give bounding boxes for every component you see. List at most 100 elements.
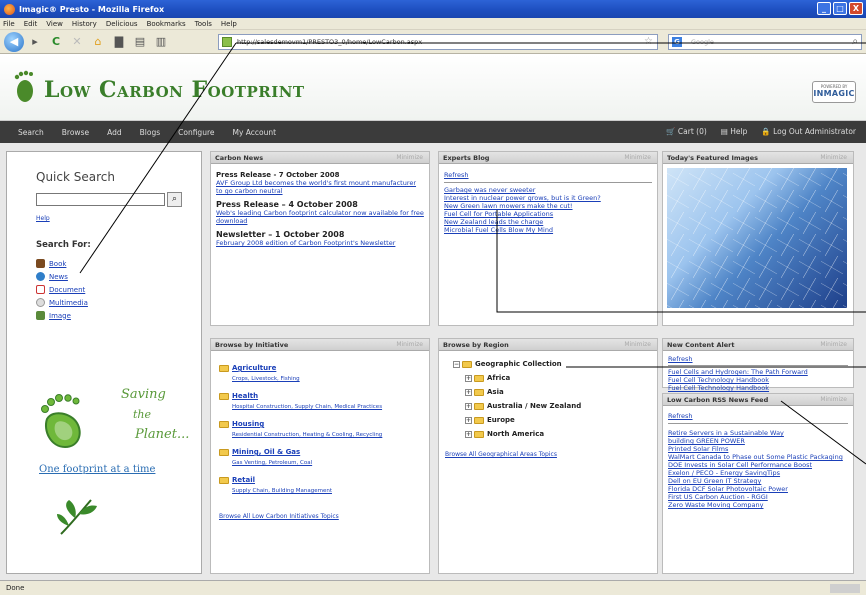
address-bar[interactable]: http://salesdemovm1/PRESTO3_0/home/LowCa… bbox=[218, 34, 658, 50]
browse-all-regions-link[interactable]: Browse All Geographical Areas Topics bbox=[445, 451, 652, 459]
search-for-multimedia-label[interactable]: Multimedia bbox=[49, 299, 88, 307]
rss-item[interactable]: Exelon / PECO - Energy SavingTips bbox=[668, 469, 848, 477]
initiative-housing-subs[interactable]: Residential Construction, Heating & Cool… bbox=[232, 431, 424, 439]
expand-icon[interactable]: + bbox=[465, 402, 472, 410]
nav-cart[interactable]: 🛒 Cart (0) bbox=[666, 127, 707, 136]
forward-button[interactable]: ▸ bbox=[27, 34, 43, 50]
rss-item[interactable]: DOE Invests in Solar Cell Performance Bo… bbox=[668, 461, 848, 469]
browse-all-initiatives-link[interactable]: Browse All Low Carbon Initiatives Topics bbox=[219, 513, 424, 521]
expand-icon[interactable]: + bbox=[465, 416, 472, 424]
search-for-news[interactable]: News bbox=[36, 270, 88, 283]
rss-item[interactable]: Printed Solar Films bbox=[668, 445, 848, 453]
quick-search-help-link[interactable]: Help bbox=[36, 215, 50, 222]
experts-blog-minimize[interactable]: Minimize bbox=[624, 152, 651, 164]
region-north-america-label[interactable]: North America bbox=[487, 430, 544, 438]
menu-file[interactable]: File bbox=[3, 20, 15, 28]
initiative-mining-subs[interactable]: Gas Venting, Petroleum, Coal bbox=[232, 459, 424, 467]
region-root[interactable]: − Geographic Collection bbox=[453, 357, 652, 371]
collapse-icon[interactable]: − bbox=[453, 360, 460, 368]
region-asia[interactable]: + Asia bbox=[465, 385, 652, 399]
expand-icon[interactable]: + bbox=[465, 430, 472, 438]
initiative-health-link[interactable]: Health bbox=[232, 392, 258, 400]
search-for-book-label[interactable]: Book bbox=[49, 260, 66, 268]
search-for-multimedia[interactable]: Multimedia bbox=[36, 296, 88, 309]
region-asia-label[interactable]: Asia bbox=[487, 388, 504, 396]
search-for-document-label[interactable]: Document bbox=[49, 286, 85, 294]
new-content-refresh[interactable]: Refresh bbox=[668, 355, 848, 366]
carbon-news-minimize[interactable]: Minimize bbox=[396, 152, 423, 164]
nav-blogs[interactable]: Blogs bbox=[140, 128, 161, 137]
footprint-tagline-link[interactable]: One footprint at a time bbox=[39, 464, 155, 475]
region-north-america[interactable]: + North America bbox=[465, 427, 652, 441]
news-item-2-link[interactable]: Web's leading Carbon footprint calculato… bbox=[216, 209, 424, 225]
new-content-minimize[interactable]: Minimize bbox=[820, 339, 847, 351]
nav-browse[interactable]: Browse bbox=[62, 128, 89, 137]
menu-help[interactable]: Help bbox=[221, 20, 237, 28]
menu-edit[interactable]: Edit bbox=[24, 20, 38, 28]
nav-my-account[interactable]: My Account bbox=[232, 128, 276, 137]
rss-item[interactable]: WalMart Canada to Phase out Some Plastic… bbox=[668, 453, 848, 461]
search-icon[interactable]: ⌕ bbox=[852, 35, 858, 49]
search-for-image[interactable]: Image bbox=[36, 309, 88, 322]
nav-configure[interactable]: Configure bbox=[178, 128, 214, 137]
expand-icon[interactable]: + bbox=[465, 374, 472, 382]
region-europe[interactable]: + Europe bbox=[465, 413, 652, 427]
expand-icon[interactable]: + bbox=[465, 388, 472, 396]
menu-delicious[interactable]: Delicious bbox=[106, 20, 138, 28]
news-item-3-link[interactable]: February 2008 edition of Carbon Footprin… bbox=[216, 239, 424, 247]
rss-item[interactable]: First US Carbon Auction - RGGI bbox=[668, 493, 848, 501]
region-australia[interactable]: + Australia / New Zealand bbox=[465, 399, 652, 413]
initiative-mining-link[interactable]: Mining, Oil & Gas bbox=[232, 448, 300, 456]
browse-region-minimize[interactable]: Minimize bbox=[624, 339, 651, 351]
rss-item[interactable]: Florida DCF Solar Photovoltaic Power bbox=[668, 485, 848, 493]
new-content-item[interactable]: Fuel Cells and Hydrogen: The Path Forwar… bbox=[668, 368, 848, 376]
news-item-1-link[interactable]: AVF Group Ltd becomes the world's first … bbox=[216, 179, 424, 195]
nav-logout[interactable]: 🔒 Log Out Administrator bbox=[761, 127, 856, 136]
blog-item[interactable]: Garbage was never sweeter bbox=[444, 186, 652, 194]
new-content-item[interactable]: Fuel Cell Technology Handbook bbox=[668, 384, 848, 392]
initiative-housing-link[interactable]: Housing bbox=[232, 420, 264, 428]
featured-images-minimize[interactable]: Minimize bbox=[820, 152, 847, 164]
region-root-label[interactable]: Geographic Collection bbox=[475, 360, 562, 368]
toolbar-tool-button-3[interactable]: ▥ bbox=[153, 34, 169, 50]
experts-blog-refresh[interactable]: Refresh bbox=[444, 171, 652, 183]
solar-panel-image[interactable] bbox=[667, 168, 847, 308]
blog-item[interactable]: New Green lawn mowers make the cut! bbox=[444, 202, 652, 210]
minimize-button[interactable]: _ bbox=[817, 2, 831, 15]
initiative-retail-link[interactable]: Retail bbox=[232, 476, 255, 484]
search-for-document[interactable]: Document bbox=[36, 283, 88, 296]
menu-history[interactable]: History bbox=[72, 20, 97, 28]
initiative-health-subs[interactable]: Hospital Construction, Supply Chain, Med… bbox=[232, 403, 424, 411]
reload-button[interactable]: C bbox=[48, 34, 64, 50]
close-button[interactable]: X bbox=[849, 2, 863, 15]
bookmark-star-icon[interactable]: ☆ bbox=[644, 35, 653, 49]
region-australia-label[interactable]: Australia / New Zealand bbox=[487, 402, 581, 410]
browser-search-box[interactable]: G Google ⌕ bbox=[668, 34, 862, 50]
rss-feed-minimize[interactable]: Minimize bbox=[820, 394, 847, 406]
quick-search-button[interactable]: ⌕ bbox=[167, 192, 182, 207]
menu-tools[interactable]: Tools bbox=[195, 20, 212, 28]
quick-search-input[interactable] bbox=[36, 193, 165, 206]
region-africa-label[interactable]: Africa bbox=[487, 374, 510, 382]
search-for-news-label[interactable]: News bbox=[49, 273, 68, 281]
powered-by-badge[interactable]: POWERED BY INMAGIC bbox=[812, 81, 856, 103]
nav-help[interactable]: ▤ Help bbox=[721, 127, 748, 136]
initiative-agriculture-subs[interactable]: Crops, Livestock, Fishing bbox=[232, 375, 424, 383]
blog-item[interactable]: Fuel Cell for Portable Applications bbox=[444, 210, 652, 218]
rss-item[interactable]: building GREEN POWER bbox=[668, 437, 848, 445]
initiative-agriculture-link[interactable]: Agriculture bbox=[232, 364, 276, 372]
menu-view[interactable]: View bbox=[46, 20, 63, 28]
rss-refresh[interactable]: Refresh bbox=[668, 412, 848, 424]
toolbar-tool-button-2[interactable]: ▤ bbox=[132, 34, 148, 50]
region-africa[interactable]: + Africa bbox=[465, 371, 652, 385]
rss-item[interactable]: Retire Servers in a Sustainable Way bbox=[668, 429, 848, 437]
rss-item[interactable]: Zero Waste Moving Company bbox=[668, 501, 848, 509]
new-content-item[interactable]: Fuel Cell Technology Handbook bbox=[668, 376, 848, 384]
nav-add[interactable]: Add bbox=[107, 128, 122, 137]
rss-item[interactable]: Dell on EU Green IT Strategy bbox=[668, 477, 848, 485]
region-europe-label[interactable]: Europe bbox=[487, 416, 515, 424]
stop-button[interactable]: ✕ bbox=[69, 34, 85, 50]
blog-item[interactable]: New Zealand leads the charge bbox=[444, 218, 652, 226]
blog-item[interactable]: Microbial Fuel Cells Blow My Mind bbox=[444, 226, 652, 234]
home-button[interactable]: ⌂ bbox=[90, 34, 106, 50]
